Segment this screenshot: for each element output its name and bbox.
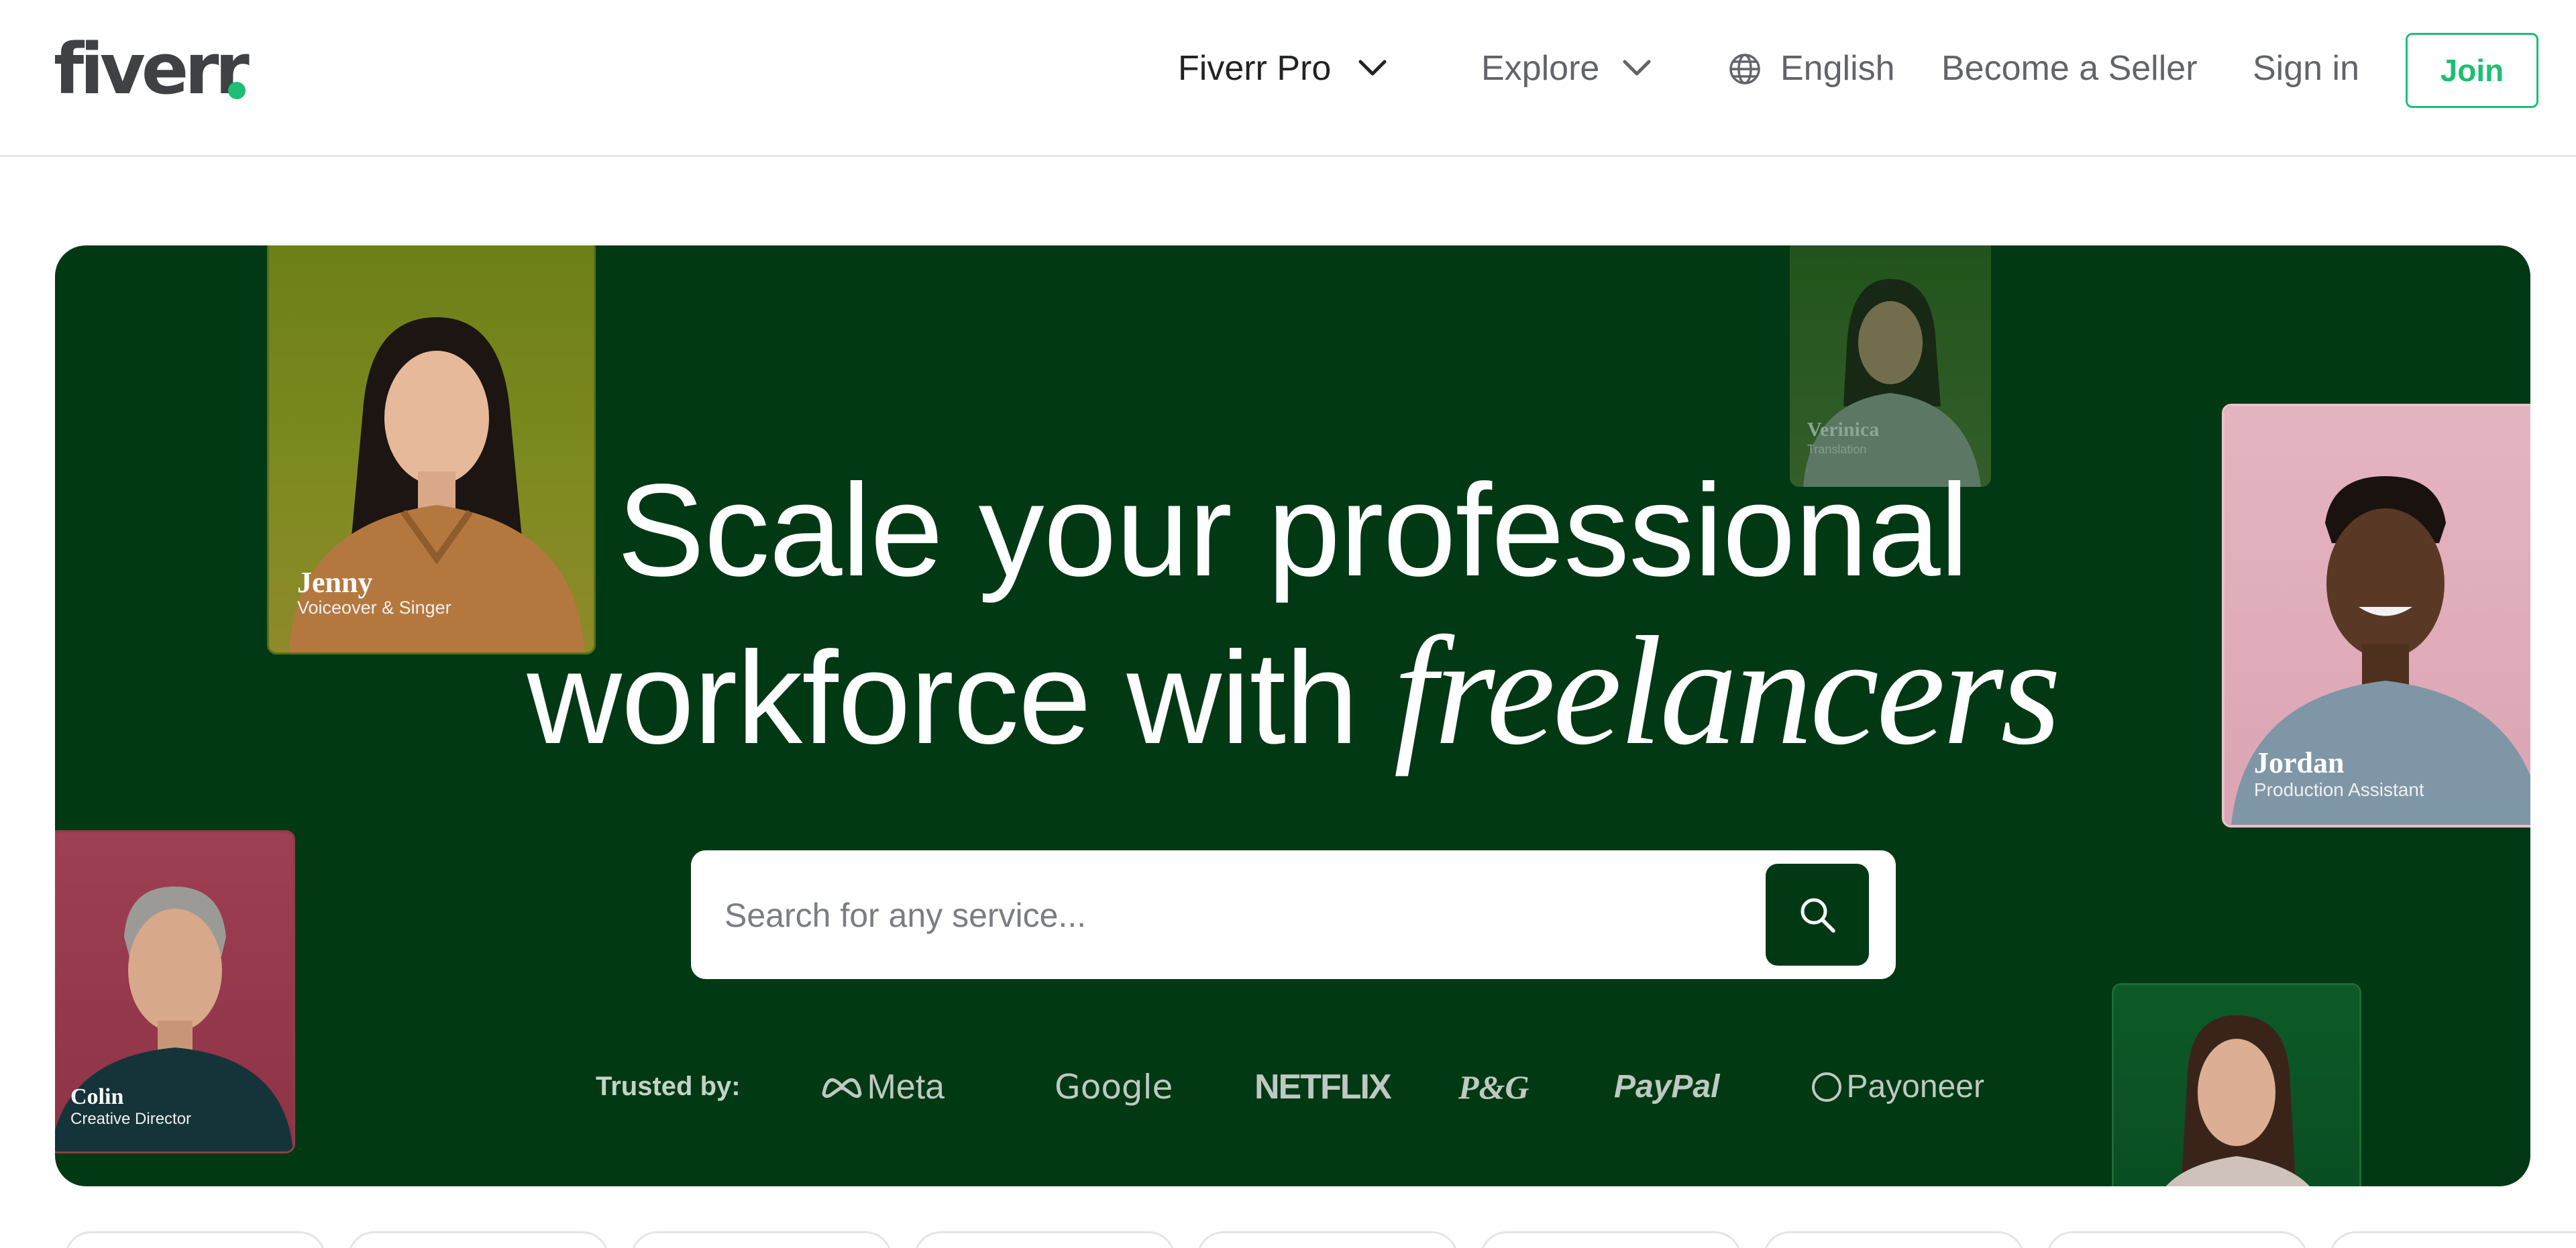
top-navigation: fiverr Fiverr Pro Explore English Become… [0,0,2576,157]
meta-logo: Meta [820,1064,945,1111]
chevron-down-icon[interactable] [1358,59,1387,78]
brand-netflix: NETFLIX [1254,1068,1392,1107]
category-pill[interactable] [2329,1231,2576,1248]
payoneer-icon [1812,1072,1841,1102]
search-bar [691,850,1896,979]
category-pill[interactable] [64,1231,326,1248]
fiverr-logo-dot [228,82,246,99]
join-button[interactable]: Join [2406,33,2538,108]
search-input[interactable] [723,881,1732,950]
freelancer-name: Colin [70,1084,124,1109]
freelancer-card-colin[interactable]: Colin Creative Director [55,830,295,1153]
freelancer-role: Creative Director [70,1110,192,1128]
globe-icon[interactable] [1728,52,1762,86]
hero-banner: Jenny Voiceover & Singer Verinica Transl… [55,245,2530,1186]
hero-headline-text: workforce with [527,624,1358,771]
freelancer-card-verinica[interactable]: Verinica Translation [1790,245,1991,487]
category-pill[interactable] [2046,1231,2308,1248]
brand-google: Google [1055,1068,1173,1107]
freelancer-role: Production Assistant [2254,779,2424,800]
language-selector[interactable]: English [1780,42,1895,95]
brand-meta: Meta [867,1068,945,1107]
sign-in-link[interactable]: Sign in [2253,42,2359,95]
category-pill[interactable] [914,1231,1175,1248]
freelancer-name: Verinica [1807,418,1880,441]
explore-menu[interactable]: Explore [1481,42,1599,95]
brand-paypal: PayPal [1614,1069,1720,1104]
payoneer-logo: Payoneer [1810,1064,1984,1111]
freelancer-photo [2165,1015,2310,1186]
brand-pg: P&G [1458,1068,1529,1106]
category-pill[interactable] [1480,1231,1741,1248]
category-pill[interactable] [1197,1231,1458,1248]
brand-payoneer: Payoneer [1846,1069,1984,1104]
fiverr-pro-menu[interactable]: Fiverr Pro [1178,42,1331,95]
search-button[interactable] [1766,864,1869,966]
hero-headline-accent: freelancers [1393,605,2061,777]
category-pill[interactable] [1763,1231,2025,1248]
freelancer-card-partial[interactable] [2112,983,2361,1186]
chevron-down-icon[interactable] [1622,59,1652,78]
fiverr-logo[interactable]: fiverr [54,25,250,113]
hero-headline-line1: Scale your professional [616,457,1969,604]
trusted-by-label: Trusted by: [596,1072,741,1101]
meta-icon [822,1078,862,1098]
category-pill[interactable] [347,1231,609,1248]
become-seller-link[interactable]: Become a Seller [1941,42,2198,95]
search-icon [1801,898,1835,933]
hero-headline-line2: workforce with freelancers [55,614,2530,775]
category-pill[interactable] [631,1231,892,1248]
